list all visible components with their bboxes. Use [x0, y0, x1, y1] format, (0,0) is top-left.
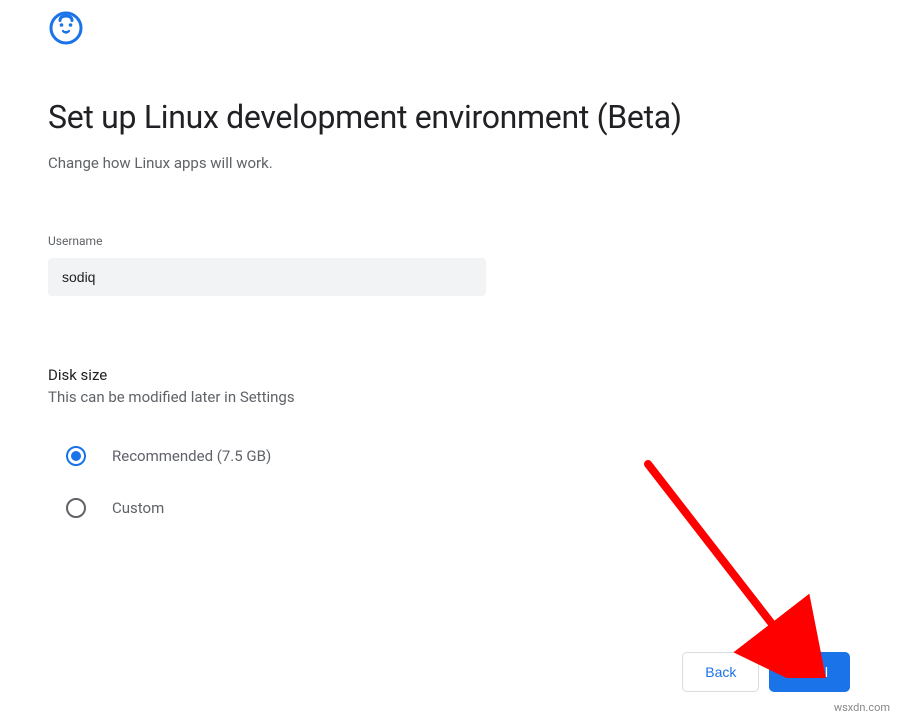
- radio-label-recommended: Recommended (7.5 GB): [112, 447, 271, 465]
- install-button[interactable]: Install: [769, 652, 850, 692]
- watermark-text: wsxdn.com: [834, 701, 890, 714]
- back-button[interactable]: Back: [682, 652, 759, 692]
- disk-size-title: Disk size: [48, 366, 850, 384]
- radio-icon: [66, 498, 86, 518]
- dialog-button-bar: Back Install: [682, 652, 850, 692]
- linux-penguin-icon: [48, 10, 850, 50]
- page-title: Set up Linux development environment (Be…: [48, 98, 850, 136]
- disk-radio-group: Recommended (7.5 GB) Custom: [48, 446, 850, 518]
- username-label: Username: [48, 234, 850, 248]
- username-input[interactable]: [48, 258, 486, 296]
- radio-option-recommended[interactable]: Recommended (7.5 GB): [66, 446, 850, 466]
- radio-option-custom[interactable]: Custom: [66, 498, 850, 518]
- radio-label-custom: Custom: [112, 499, 164, 517]
- page-subtitle: Change how Linux apps will work.: [48, 154, 850, 172]
- disk-size-subtitle: This can be modified later in Settings: [48, 388, 850, 406]
- radio-icon: [66, 446, 86, 466]
